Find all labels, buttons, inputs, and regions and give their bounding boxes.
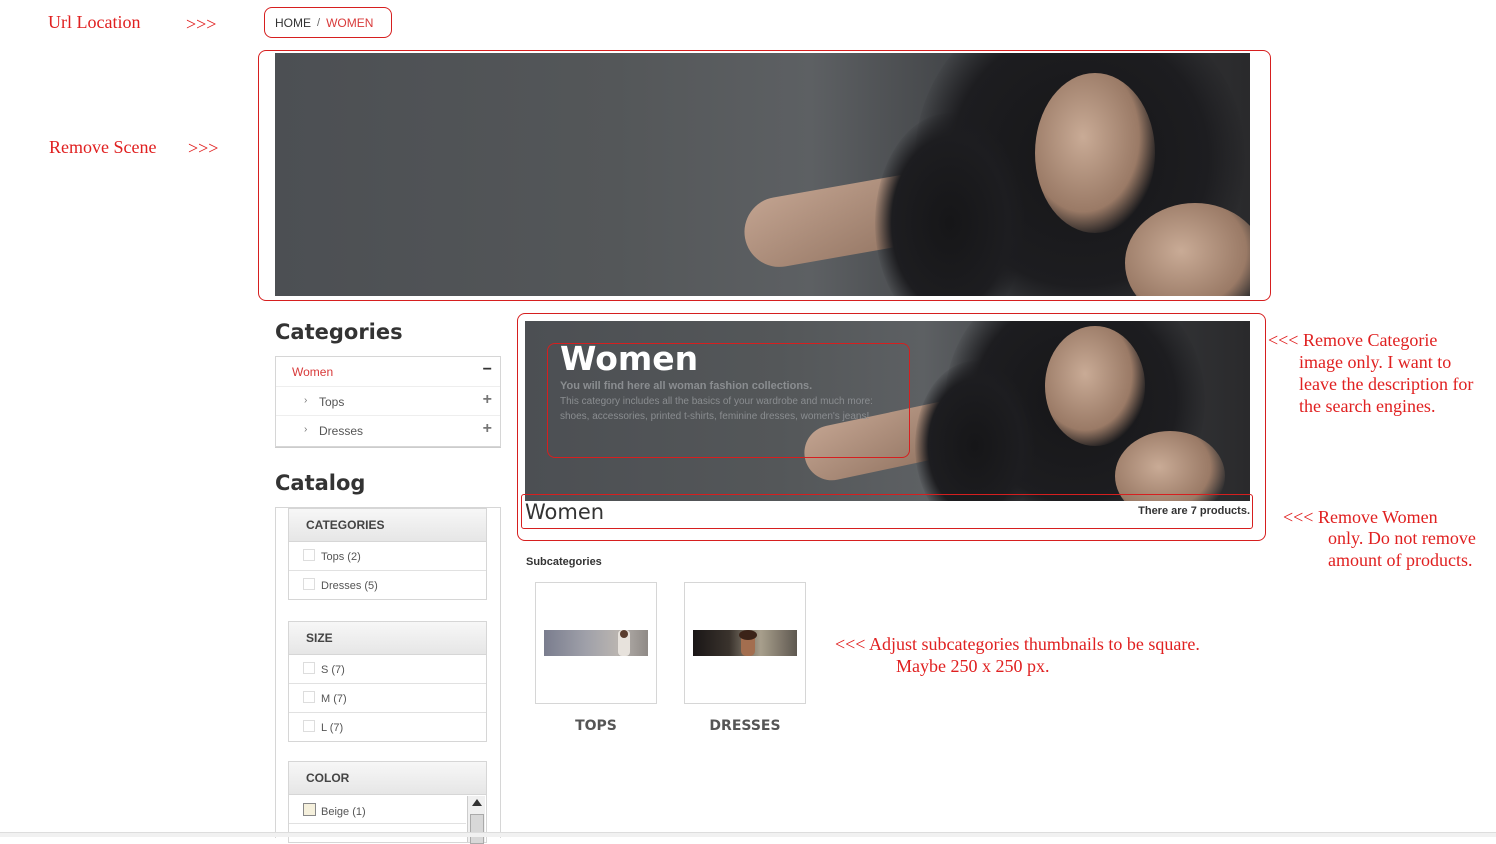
category-label[interactable]: Dresses <box>319 424 363 438</box>
annotation-url-location: Url Location <box>48 12 141 32</box>
scene-banner-image[interactable] <box>275 53 1250 296</box>
facet-option[interactable]: Tops (2) <box>289 542 486 571</box>
facet-option-label: M (7) <box>321 693 347 705</box>
facet-title: CATEGORIES <box>289 509 486 542</box>
facet-option-label: S (7) <box>321 664 345 676</box>
facet-option-label: Beige (1) <box>321 806 366 818</box>
checkbox[interactable] <box>303 662 315 674</box>
categories-title: Categories <box>275 320 403 344</box>
category-banner-title: Women <box>560 339 699 378</box>
annotation-remove-women-line3: amount of products. <box>1328 550 1473 570</box>
category-description-line2: shoes, accessories, printed t-shirts, fe… <box>560 411 870 422</box>
annotation-remove-category-image-line2: image only. I want to <box>1299 352 1452 372</box>
annotation-remove-scene: Remove Scene <box>49 137 157 157</box>
annotation-remove-category-image-line1: <<< Remove Categorie <box>1268 330 1438 350</box>
category-label[interactable]: Tops <box>319 395 344 409</box>
annotation-remove-category-image-line3: leave the description for <box>1299 374 1474 394</box>
facet-color: COLOR Beige (1) <box>288 761 487 844</box>
chevron-right-icon: › <box>304 395 308 406</box>
breadcrumb-current: WOMEN <box>326 15 374 30</box>
facet-option[interactable]: L (7) <box>289 713 486 741</box>
subcategory-label-dresses[interactable]: DRESSES <box>684 718 806 734</box>
categories-tree: Women − › Tops + › Dresses + <box>275 356 501 447</box>
subcategory-image[interactable] <box>544 630 648 656</box>
annotation-remove-women-line1: <<< Remove Women <box>1283 507 1438 527</box>
facet-title: COLOR <box>289 762 486 795</box>
breadcrumb-separator: / <box>317 16 321 29</box>
expand-icon[interactable]: + <box>483 391 492 409</box>
scroll-up-icon[interactable] <box>472 799 482 806</box>
category-description-bold: You will find here all woman fashion col… <box>560 380 813 392</box>
subcategories-title: Subcategories <box>526 556 602 568</box>
breadcrumb: HOME / WOMEN <box>264 7 392 38</box>
scrollbar-thumb[interactable] <box>470 814 484 844</box>
facet-option-label: L (7) <box>321 722 344 734</box>
collapse-icon[interactable]: − <box>483 361 492 379</box>
checkbox[interactable] <box>303 691 315 703</box>
category-item-tops[interactable]: › Tops + <box>276 386 500 416</box>
breadcrumb-home-link[interactable]: HOME <box>275 16 311 30</box>
catalog-title: Catalog <box>275 471 366 495</box>
subcategory-image[interactable] <box>693 630 797 656</box>
facet-option-label: Tops (2) <box>321 551 361 563</box>
category-heading: Women <box>525 500 605 524</box>
subcategory-label-tops[interactable]: TOPS <box>535 718 657 734</box>
checkbox[interactable] <box>303 578 315 590</box>
product-count: There are 7 products. <box>1138 505 1250 517</box>
facet-option[interactable]: Dresses (5) <box>289 571 486 599</box>
annotation-adjust-thumbs-line1: <<< Adjust subcategories thumbnails to b… <box>835 634 1200 654</box>
category-item-women[interactable]: Women − <box>276 357 500 386</box>
annotation-arrow: >>> <box>188 138 219 158</box>
facet-categories: CATEGORIES Tops (2) Dresses (5) <box>288 508 487 600</box>
window-bottom-edge <box>0 832 1496 837</box>
subcategory-thumb-tops[interactable] <box>535 582 657 704</box>
facet-option[interactable]: S (7) <box>289 655 486 684</box>
facet-option-label: Dresses (5) <box>321 580 378 592</box>
checkbox[interactable] <box>303 549 315 561</box>
chevron-right-icon: › <box>304 424 308 435</box>
annotation-adjust-thumbs-line2: Maybe 250 x 250 px. <box>896 656 1050 676</box>
facet-option[interactable]: M (7) <box>289 684 486 713</box>
color-swatch[interactable] <box>303 803 316 816</box>
facet-size: SIZE S (7) M (7) L (7) <box>288 621 487 742</box>
annotation-remove-women-line2: only. Do not remove <box>1328 528 1476 548</box>
facet-title: SIZE <box>289 622 486 655</box>
category-label[interactable]: Women <box>292 365 333 379</box>
category-description-line1: This category includes all the basics of… <box>560 396 873 407</box>
category-item-dresses[interactable]: › Dresses + <box>276 415 500 445</box>
facet-option[interactable]: Beige (1) <box>289 795 466 824</box>
annotation-arrow: >>> <box>186 14 217 34</box>
annotation-remove-category-image-line4: the search engines. <box>1299 396 1436 416</box>
expand-icon[interactable]: + <box>483 420 492 438</box>
checkbox[interactable] <box>303 720 315 732</box>
subcategory-thumb-dresses[interactable] <box>684 582 806 704</box>
